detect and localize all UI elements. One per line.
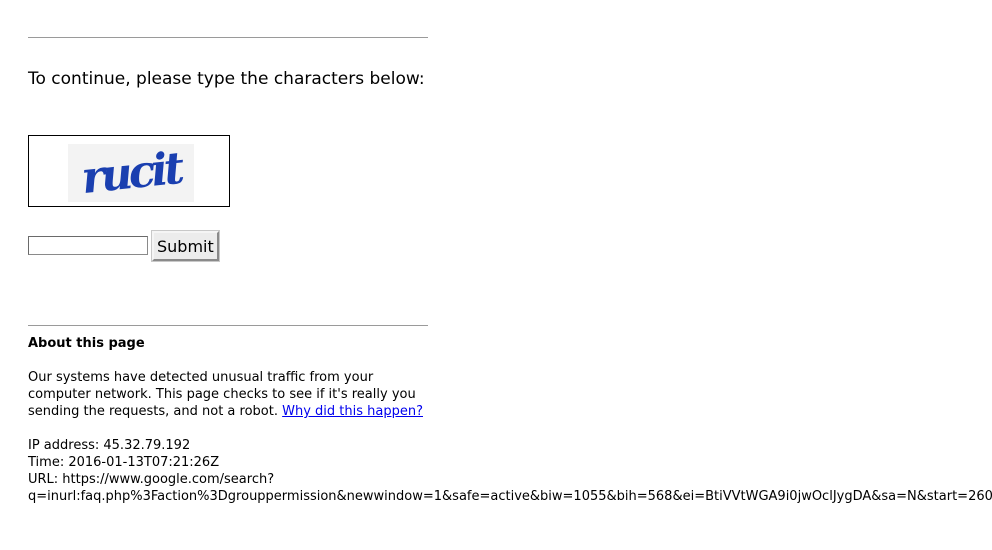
about-title: About this page: [28, 336, 145, 351]
bottom-divider: [28, 325, 428, 326]
captcha-answer-input[interactable]: [28, 236, 148, 255]
request-details: IP address: 45.32.79.192 Time: 2016-01-1…: [28, 437, 992, 505]
ip-address-line: IP address: 45.32.79.192: [28, 438, 191, 453]
svg-text:rucit: rucit: [79, 144, 186, 202]
top-divider: [28, 37, 428, 38]
url-line: URL: https://www.google.com/search?: [28, 472, 275, 487]
submit-button[interactable]: Submit: [152, 231, 219, 261]
why-did-this-happen-link[interactable]: Why did this happen?: [282, 404, 423, 419]
captcha-image-frame: rucit: [28, 135, 230, 207]
time-line: Time: 2016-01-13T07:21:26Z: [28, 455, 220, 470]
captcha-prompt: To continue, please type the characters …: [28, 69, 425, 89]
captcha-image: rucit: [68, 144, 194, 202]
url-line-continued: q=inurl:faq.php%3Faction%3Dgrouppermissi…: [28, 489, 992, 504]
about-body: Our systems have detected unusual traffi…: [28, 369, 428, 420]
